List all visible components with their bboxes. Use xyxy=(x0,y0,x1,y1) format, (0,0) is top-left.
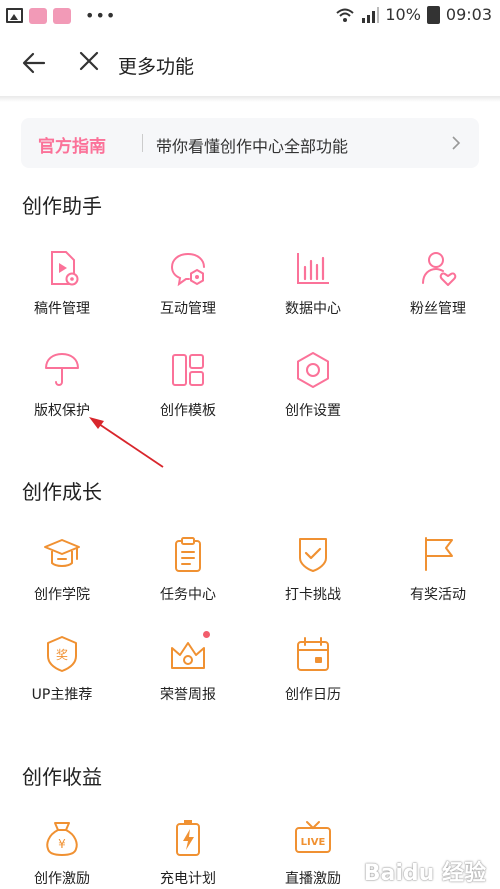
page-title: 更多功能 xyxy=(118,56,195,78)
grid-item-honor-weekly[interactable]: 荣誉周报 xyxy=(128,631,248,704)
app-notification-icon xyxy=(29,7,47,24)
status-left: ••• xyxy=(6,6,116,25)
grid-item-label: 版权保护 xyxy=(34,403,90,419)
grid-item-copyright-protection[interactable]: 版权保护 xyxy=(2,350,122,420)
guide-divider xyxy=(142,134,143,152)
top-app-bar: 更多功能 xyxy=(0,30,500,96)
umbrella-icon xyxy=(45,353,79,386)
app-notification-icon xyxy=(53,7,71,24)
live-tv-icon: LIVE xyxy=(295,821,331,853)
grid-item-manuscript-management[interactable]: 稿件管理 xyxy=(2,248,122,318)
grid-item-label: 任务中心 xyxy=(160,587,216,603)
grid-item-creation-incentive[interactable]: ¥ 创作激励 xyxy=(2,818,122,888)
watermark: Baidu 经验 xyxy=(363,861,486,886)
grid-item-label: 创作日历 xyxy=(285,687,341,703)
grid-item-label: 荣誉周报 xyxy=(160,687,216,703)
chat-bubble-icon xyxy=(170,253,205,287)
grid-item-charging-plan[interactable]: 充电计划 xyxy=(128,818,248,888)
battery-icon xyxy=(426,5,440,24)
hexagon-settings-icon xyxy=(297,352,329,388)
clock: 09:03 xyxy=(445,5,492,24)
more-notifications-icon: ••• xyxy=(85,6,117,25)
battery-charge-icon xyxy=(176,820,200,856)
grid-item-data-center[interactable]: 数据中心 xyxy=(253,248,373,318)
guide-tag: 官方指南 xyxy=(38,137,106,157)
template-icon xyxy=(172,354,204,386)
grid-item-checkin-challenge[interactable]: 打卡挑战 xyxy=(253,534,373,604)
signal-icon xyxy=(362,6,380,23)
grid-item-label: 稿件管理 xyxy=(34,301,90,317)
grid-item-task-center[interactable]: 任务中心 xyxy=(128,534,248,604)
svg-text:¥: ¥ xyxy=(58,837,66,851)
bar-chart-icon xyxy=(297,253,329,284)
grid-item-label: 打卡挑战 xyxy=(285,587,341,603)
section-title-creation-earnings: 创作收益 xyxy=(22,765,102,789)
crown-icon xyxy=(171,642,205,669)
award-badge-icon: 奖 xyxy=(47,636,77,672)
wifi-icon xyxy=(336,8,354,22)
money-bag-icon: ¥ xyxy=(46,822,78,857)
guide-description: 带你看懂创作中心全部功能 xyxy=(156,137,349,156)
grid-item-label: 创作模板 xyxy=(160,403,216,419)
grid-item-label: 互动管理 xyxy=(160,301,216,317)
status-bar: ••• 10% 09:03 xyxy=(0,0,500,30)
back-arrow-icon[interactable] xyxy=(22,52,46,74)
gallery-notification-icon xyxy=(6,8,23,23)
grid-item-label: 有奖活动 xyxy=(410,587,466,603)
clipboard-icon xyxy=(175,537,201,572)
video-file-icon xyxy=(51,251,79,286)
grid-item-label: 数据中心 xyxy=(285,301,341,317)
svg-text:LIVE: LIVE xyxy=(301,837,326,848)
new-indicator-dot xyxy=(203,631,210,638)
grid-item-label: 创作激励 xyxy=(34,871,90,887)
grid-item-label: 创作设置 xyxy=(285,403,341,419)
grid-item-creation-settings[interactable]: 创作设置 xyxy=(253,350,373,420)
graduation-cap-icon xyxy=(44,539,80,567)
flag-icon xyxy=(425,537,453,571)
header-divider xyxy=(0,96,500,102)
grid-item-label: 粉丝管理 xyxy=(410,301,466,317)
grid-item-prize-activity[interactable]: 有奖活动 xyxy=(378,534,498,604)
grid-item-up-recommend[interactable]: 奖 UP主推荐 xyxy=(2,634,122,704)
grid-item-fan-management[interactable]: 粉丝管理 xyxy=(378,248,498,318)
section-title-creation-assistant: 创作助手 xyxy=(22,194,102,218)
grid-item-creation-academy[interactable]: 创作学院 xyxy=(2,534,122,604)
grid-item-creation-calendar[interactable]: 创作日历 xyxy=(253,634,373,704)
shield-check-icon xyxy=(299,538,327,572)
grid-item-label: 直播激励 xyxy=(285,871,341,887)
grid-item-interaction-management[interactable]: 互动管理 xyxy=(128,248,248,318)
chevron-right-icon xyxy=(452,136,461,150)
calendar-icon xyxy=(297,637,329,671)
grid-item-label: 创作学院 xyxy=(34,587,90,603)
grid-item-label: UP主推荐 xyxy=(31,687,93,703)
battery-percent: 10% xyxy=(385,5,421,24)
official-guide-banner[interactable]: 官方指南 带你看懂创作中心全部功能 xyxy=(21,118,479,168)
status-right: 10% 09:03 xyxy=(335,5,492,24)
grid-item-creation-template[interactable]: 创作模板 xyxy=(128,350,248,420)
grid-item-live-incentive[interactable]: LIVE 直播激励 xyxy=(253,818,373,888)
fan-heart-icon xyxy=(422,252,457,286)
close-icon[interactable] xyxy=(78,50,100,72)
grid-item-label: 充电计划 xyxy=(160,871,216,887)
section-title-creation-growth: 创作成长 xyxy=(22,480,102,504)
svg-text:奖: 奖 xyxy=(56,648,68,662)
